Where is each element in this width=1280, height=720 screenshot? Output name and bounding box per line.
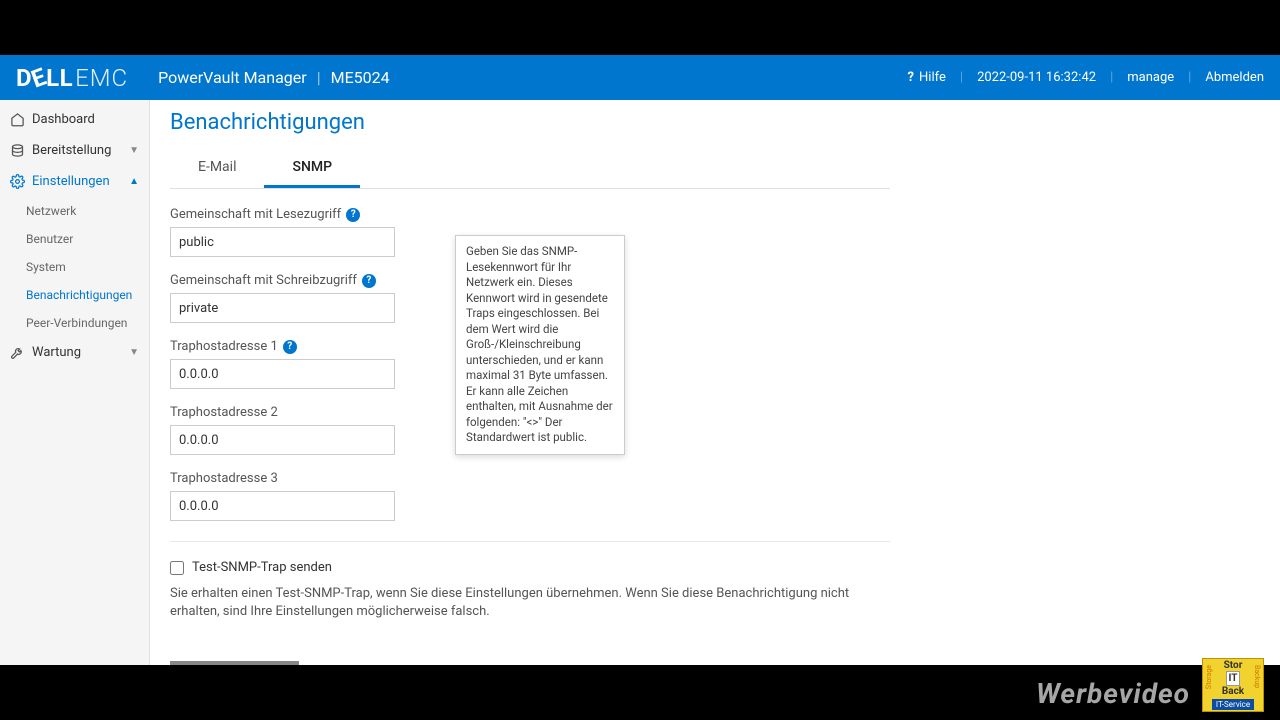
- brand-divider: |: [317, 68, 321, 87]
- nav-dashboard[interactable]: Dashboard: [0, 104, 149, 135]
- tab-snmp[interactable]: SNMP: [264, 149, 360, 188]
- test-trap-checkbox[interactable]: [170, 561, 184, 575]
- snmp-submit-button[interactable]: SNMP festlegen: [170, 661, 299, 665]
- chevron-down-icon: ▼: [129, 145, 139, 156]
- trap3-label: Traphostadresse 3: [170, 471, 278, 486]
- help-icon[interactable]: ?: [362, 274, 376, 288]
- nav-label: Dashboard: [32, 112, 95, 127]
- help-icon[interactable]: ?: [346, 208, 360, 222]
- write-community-label: Gemeinschaft mit Schreibzugriff: [170, 273, 357, 288]
- logo-dell: DELL: [16, 64, 73, 92]
- nav-label: Wartung: [32, 345, 81, 360]
- trap2-input[interactable]: [170, 425, 395, 455]
- model-name: ME5024: [331, 68, 390, 87]
- gear-icon: [10, 174, 25, 189]
- nav-einstellungen[interactable]: Einstellungen ▲: [0, 166, 149, 197]
- info-text: Sie erhalten einen Test-SNMP-Trap, wenn …: [170, 585, 890, 621]
- chevron-down-icon: ▼: [129, 347, 139, 358]
- timestamp: 2022-09-11 16:32:42: [977, 70, 1096, 85]
- tabs: E-Mail SNMP: [170, 149, 890, 189]
- logout-link[interactable]: Abmelden: [1205, 70, 1264, 85]
- logo-emc: EMC: [75, 64, 128, 92]
- trap1-input[interactable]: [170, 359, 395, 389]
- trap3-input[interactable]: [170, 491, 395, 521]
- app-name: PowerVault Manager: [158, 68, 307, 87]
- nav-bereitstellung[interactable]: Bereitstellung ▼: [0, 135, 149, 166]
- nav-label: Einstellungen: [32, 174, 110, 189]
- sidebar: Dashboard Bereitstellung ▼ Einstellungen…: [0, 100, 150, 665]
- logo: DELL EMC: [16, 64, 128, 92]
- user-name[interactable]: manage: [1127, 70, 1174, 85]
- test-trap-checkbox-row[interactable]: Test-SNMP-Trap senden: [170, 560, 1260, 575]
- vendor-badge: Storage Backup Stor IT Back IT-Service: [1202, 658, 1264, 712]
- stack-icon: [10, 143, 25, 158]
- write-community-input[interactable]: [170, 293, 395, 323]
- sub-benutzer[interactable]: Benutzer: [0, 225, 149, 253]
- tooltip: Geben Sie das SNMP-Lesekennwort für Ihr …: [455, 235, 625, 455]
- read-community-label: Gemeinschaft mit Lesezugriff: [170, 207, 341, 222]
- tab-email[interactable]: E-Mail: [170, 149, 264, 188]
- home-icon: [10, 112, 25, 127]
- page-title: Benachrichtigungen: [170, 110, 1260, 135]
- tools-icon: [10, 345, 25, 360]
- read-community-input[interactable]: [170, 227, 395, 257]
- main-content: Benachrichtigungen E-Mail SNMP Geben Sie…: [150, 100, 1280, 665]
- test-trap-label: Test-SNMP-Trap senden: [192, 560, 332, 575]
- watermark: Werbevideo: [1036, 677, 1190, 710]
- trap1-label: Traphostadresse 1: [170, 339, 278, 354]
- top-bar: DELL EMC PowerVault Manager | ME5024 ?Hi…: [0, 55, 1280, 100]
- help-link[interactable]: ?Hilfe: [908, 70, 946, 85]
- nav-wartung[interactable]: Wartung ▼: [0, 337, 149, 368]
- nav-label: Bereitstellung: [32, 143, 111, 158]
- trap2-label: Traphostadresse 2: [170, 405, 278, 420]
- divider: [170, 541, 890, 542]
- sub-system[interactable]: System: [0, 253, 149, 281]
- sub-netzwerk[interactable]: Netzwerk: [0, 197, 149, 225]
- sub-benachrichtigungen[interactable]: Benachrichtigungen: [0, 281, 149, 309]
- help-icon[interactable]: ?: [283, 340, 297, 354]
- sub-peer[interactable]: Peer-Verbindungen: [0, 309, 149, 337]
- chevron-up-icon: ▲: [129, 176, 139, 187]
